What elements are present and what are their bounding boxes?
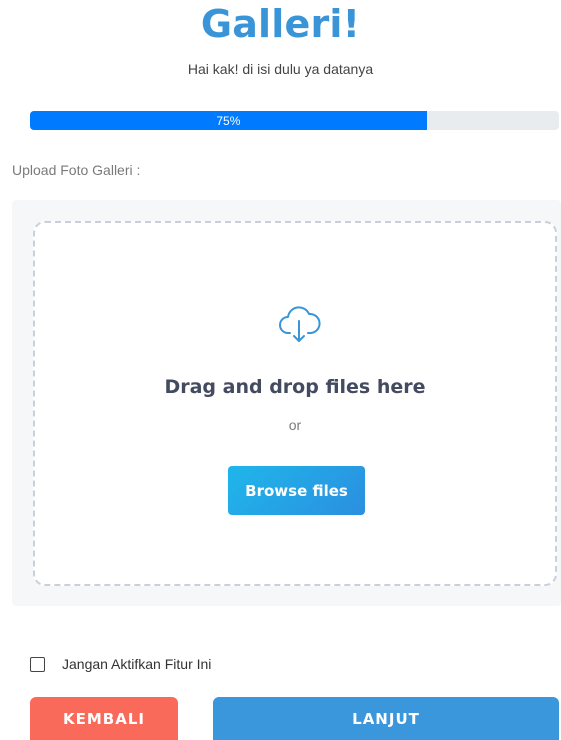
- back-button[interactable]: KEMBALI: [30, 697, 178, 740]
- progress-bar: 75%: [30, 111, 559, 130]
- progress-fill: 75%: [30, 111, 427, 130]
- browse-files-button[interactable]: Browse files: [228, 466, 365, 515]
- dropzone[interactable]: Drag and drop files here or Browse files: [33, 221, 557, 586]
- disable-feature-label: Jangan Aktifkan Fitur Ini: [62, 656, 212, 672]
- upload-gallery-page: Galleri! Hai kak! di isi dulu ya datanya…: [0, 0, 561, 740]
- dropzone-or-text: or: [288, 417, 302, 433]
- upload-label: Upload Foto Galleri :: [12, 162, 141, 178]
- disable-feature-checkbox[interactable]: [30, 656, 45, 672]
- upload-panel: Drag and drop files here or Browse files: [12, 200, 561, 606]
- page-subtitle: Hai kak! di isi dulu ya datanya: [187, 61, 374, 77]
- next-button[interactable]: LANJUT: [213, 697, 559, 740]
- dropzone-title: Drag and drop files here: [164, 376, 426, 398]
- cloud-download-icon: [279, 306, 321, 342]
- page-title: Galleri!: [200, 2, 361, 46]
- disable-feature-option[interactable]: Jangan Aktifkan Fitur Ini: [30, 656, 211, 672]
